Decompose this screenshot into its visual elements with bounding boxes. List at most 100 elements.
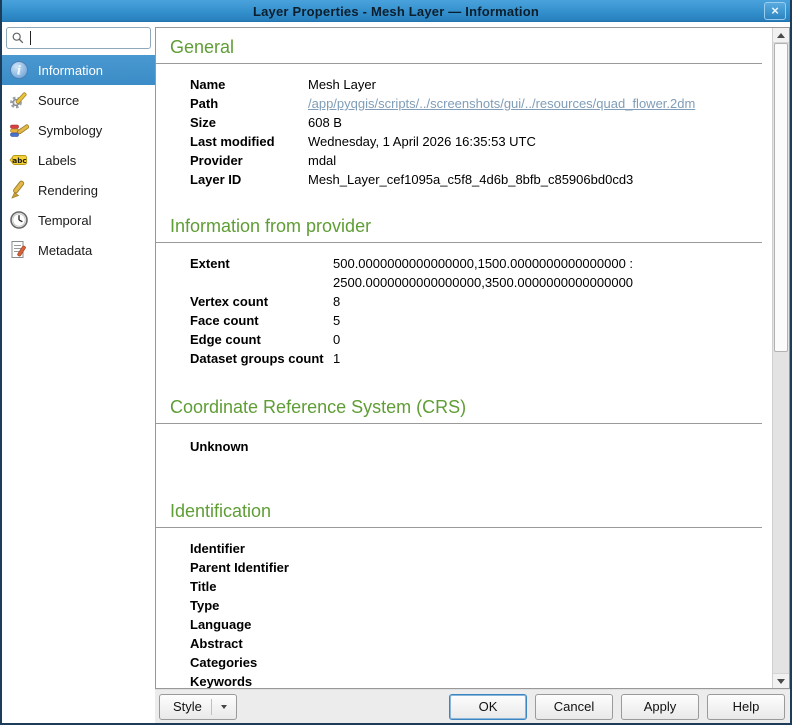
ok-button[interactable]: OK (449, 693, 527, 720)
information-scroll-area: General Name Mesh Layer Path/app/pyqgis/s… (155, 27, 790, 689)
row-label: Keywords (190, 674, 253, 688)
row-value: 608 B (308, 115, 342, 130)
sidebar-item-symbology[interactable]: Symbology (2, 115, 155, 145)
row-value: Mesh Layer (308, 77, 376, 92)
button-bar: Style OK Cancel Apply Help (155, 689, 790, 723)
properties-panel: General Name Mesh Layer Path/app/pyqgis/s… (155, 22, 790, 723)
metadata-icon (9, 240, 29, 260)
layer-properties-dialog: Layer Properties - Mesh Layer — Informat… (0, 0, 792, 725)
row-label: Type (190, 598, 220, 613)
sidebar-item-label: Source (38, 92, 80, 108)
help-button[interactable]: Help (707, 693, 785, 720)
section-divider (156, 63, 762, 64)
sidebar-item-label: Metadata (38, 242, 93, 258)
row-value: 0 (333, 332, 341, 347)
vertical-scrollbar[interactable] (772, 28, 789, 688)
window-title: Layer Properties - Mesh Layer — Informat… (252, 3, 539, 19)
scrollbar-thumb[interactable] (774, 43, 788, 352)
apply-button[interactable]: Apply (621, 693, 699, 720)
scrollbar-track[interactable] (773, 43, 789, 673)
style-button[interactable]: Style (159, 693, 237, 720)
section-divider (156, 423, 762, 424)
scroll-up-button[interactable] (773, 28, 789, 43)
source-icon (9, 90, 29, 110)
style-button-label: Style (173, 699, 202, 714)
row-value: 500.0000000000000000,1500.00000000000000… (333, 256, 634, 290)
section-heading: Information from provider (170, 216, 372, 236)
row-label: Parent Identifier (190, 560, 289, 575)
row-label: Title (190, 579, 217, 594)
search-box[interactable] (6, 27, 151, 49)
symbology-icon (9, 120, 29, 140)
search-input[interactable] (34, 31, 146, 45)
section-divider (156, 242, 762, 243)
sidebar-item-information[interactable]: i Information (2, 55, 155, 85)
sidebar-item-metadata[interactable]: Metadata (2, 235, 155, 265)
sidebar-item-labels[interactable]: abc Labels (2, 145, 155, 175)
row-label: Categories (190, 655, 258, 670)
labels-icon: abc (9, 150, 29, 170)
table-row: Edge count 0 (190, 330, 762, 349)
general-table: Name Mesh Layer Path/app/pyqgis/scripts/.… (190, 75, 762, 189)
table-row: Path/app/pyqgis/scripts/../screenshots/g… (190, 94, 762, 113)
cancel-button[interactable]: Cancel (535, 693, 613, 720)
section-heading: Coordinate Reference System (CRS) (170, 397, 467, 417)
row-label: Layer ID (190, 172, 242, 187)
row-label: Path (190, 96, 219, 111)
row-label: Last modified (190, 134, 275, 149)
titlebar[interactable]: Layer Properties - Mesh Layer — Informat… (2, 0, 790, 22)
chevron-down-icon (220, 704, 227, 709)
search-icon (12, 32, 24, 44)
sidebar-item-temporal[interactable]: Temporal (2, 205, 155, 235)
sidebar-item-label: Rendering (38, 182, 98, 198)
row-label: Vertex count (190, 294, 269, 309)
row-value: 5 (333, 313, 341, 328)
table-row: Size 608 B (190, 113, 762, 132)
close-button[interactable]: × (764, 2, 786, 20)
svg-text:i: i (17, 64, 22, 78)
sidebar-item-rendering[interactable]: Rendering (2, 175, 155, 205)
row-label: Face count (190, 313, 259, 328)
crs-value: Unknown (190, 439, 249, 454)
table-row: Provider mdal (190, 151, 762, 170)
path-link[interactable]: /app/pyqgis/scripts/../screenshots/gui/.… (308, 94, 695, 113)
table-row: Face count 5 (190, 311, 762, 330)
row-label: Edge count (190, 332, 261, 347)
row-value: mdal (308, 153, 337, 168)
section-crs: Coordinate Reference System (CRS) Unknow… (156, 396, 762, 456)
row-label: Provider (190, 153, 243, 168)
table-row: Last modified Wednesday, 1 April 2026 16:… (190, 132, 762, 151)
temporal-icon (9, 210, 29, 230)
scroll-down-button[interactable] (773, 673, 789, 688)
section-divider (156, 527, 762, 528)
sidebar-item-label: Labels (38, 152, 77, 168)
sidebar-item-label: Information (38, 62, 104, 78)
table-row: Dataset groups count 1 (190, 349, 762, 368)
down-arrow-icon (777, 678, 785, 684)
section-general: General Name Mesh Layer Path/app/pyqgis/s… (156, 36, 762, 189)
row-label: Language (190, 617, 252, 632)
provider-table: Extent 500.0000000000000000,1500.00000000… (190, 254, 762, 368)
information-icon: i (9, 60, 29, 80)
table-row: Layer ID Mesh_Layer_cef1095a_c5f8_4d6b_8b… (190, 170, 762, 189)
table-row: Extent 500.0000000000000000,1500.00000000… (190, 254, 762, 292)
row-value: 8 (333, 294, 341, 309)
section-heading: General (170, 37, 235, 57)
row-label: Abstract (190, 636, 243, 651)
sidebar-item-label: Symbology (38, 122, 103, 138)
section-heading: Identification (170, 501, 272, 521)
row-value: Wednesday, 1 April 2026 16:35:53 UTC (308, 134, 536, 149)
sidebar-item-label: Temporal (38, 212, 92, 228)
identification-table: Identifier Parent Identifier Title Type … (190, 539, 762, 688)
row-value: Mesh_Layer_cef1095a_c5f8_4d6b_8bfb_c8590… (308, 172, 634, 187)
row-label: Name (190, 77, 226, 92)
sidebar-item-source[interactable]: Source (2, 85, 155, 115)
row-label: Size (190, 115, 217, 130)
row-label: Identifier (190, 541, 245, 556)
svg-text:abc: abc (12, 156, 26, 165)
dialog-body: i Information Source Symbology abc Label… (2, 22, 790, 723)
section-provider-info: Information from provider Extent 500.0000… (156, 215, 762, 368)
table-row: Vertex count 8 (190, 292, 762, 311)
row-value: 1 (333, 351, 341, 366)
sidebar-nav: i Information Source Symbology abc Label… (2, 55, 155, 265)
